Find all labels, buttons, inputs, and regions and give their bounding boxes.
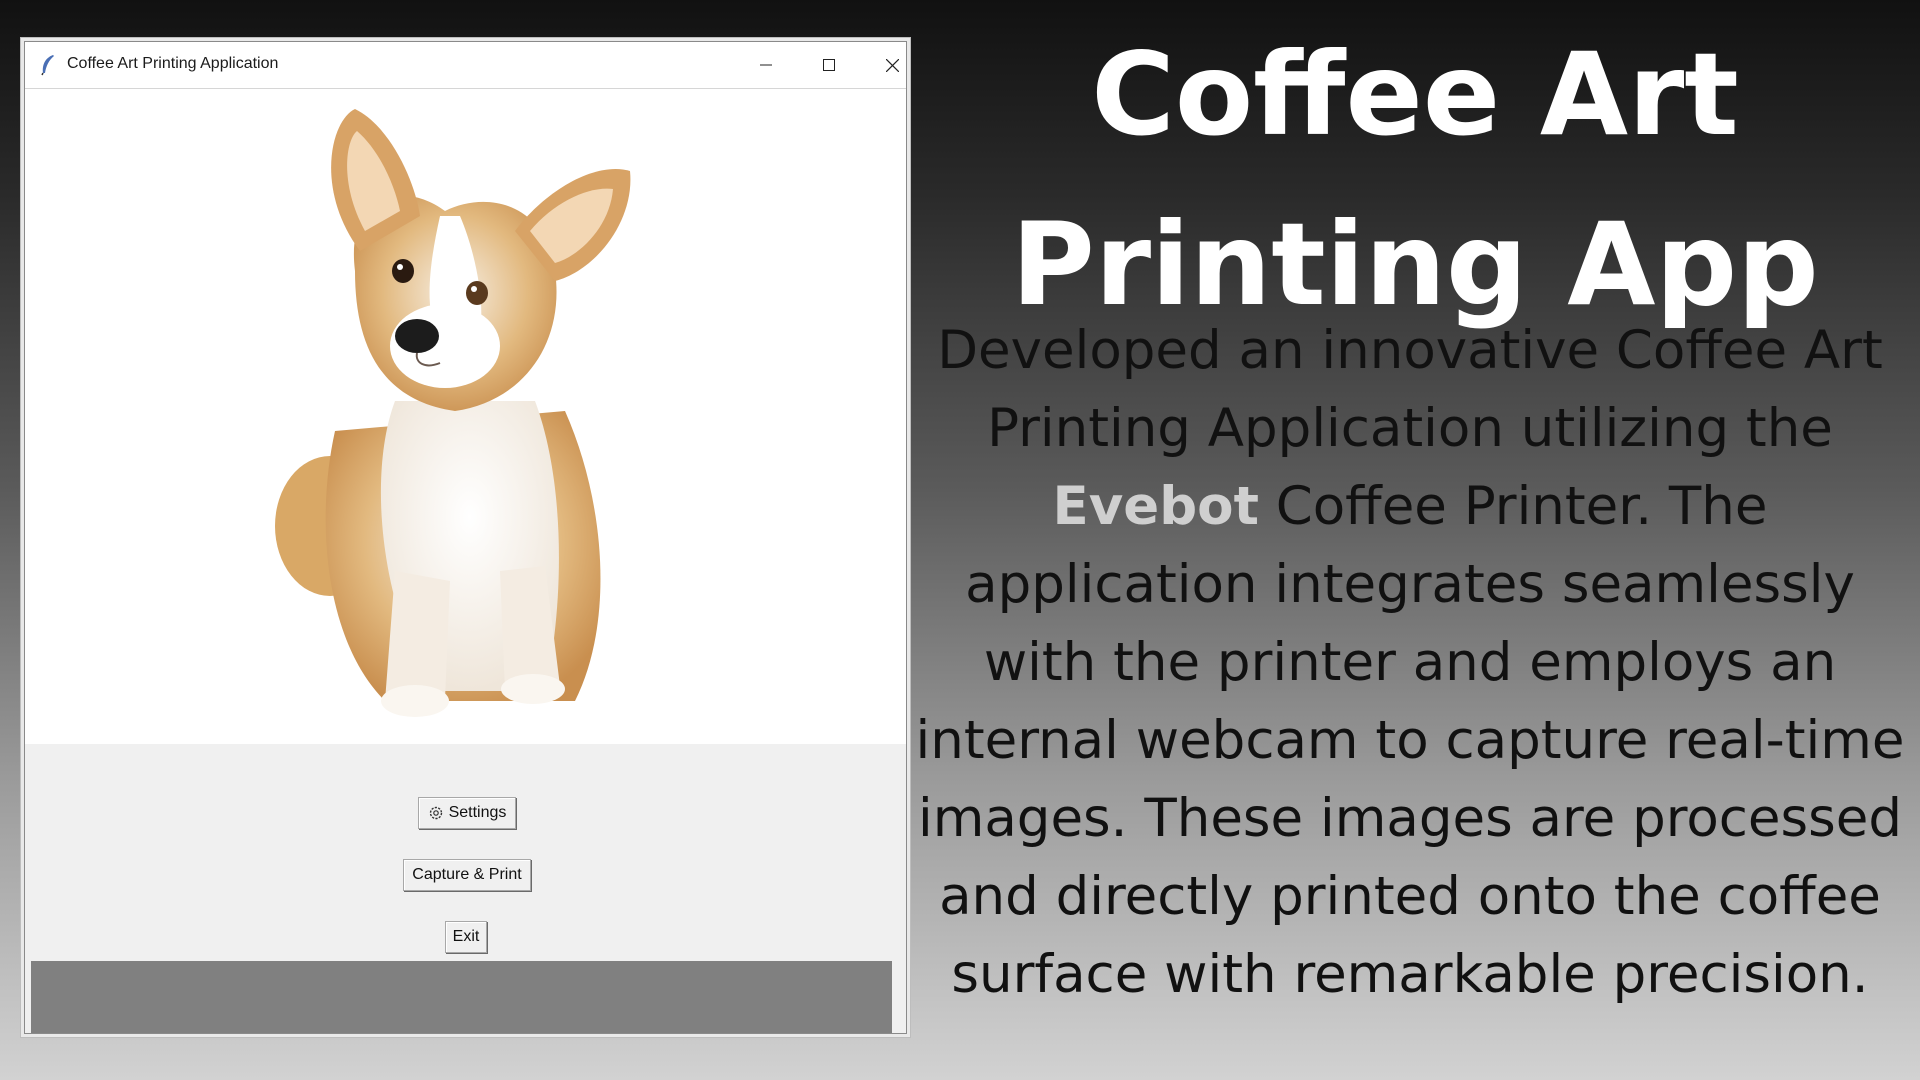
project-description: Developed an innovative Coffee Art Print… [905,312,1915,1014]
image-preview-area [25,89,906,791]
window-title: Coffee Art Printing Application [67,55,279,72]
gear-icon [428,805,444,821]
feather-icon [39,54,57,76]
minimize-button[interactable] [735,42,797,88]
control-panel: Settings Capture & Print Exit [25,744,906,1033]
window-titlebar[interactable]: Coffee Art Printing Application [25,42,906,89]
settings-label: Settings [448,804,507,821]
exit-label: Exit [452,928,480,945]
maximize-icon [823,59,835,71]
minimize-icon [760,59,772,71]
exit-button[interactable]: Exit [445,921,487,953]
description-part-1: Developed an innovative Coffee Art Print… [937,320,1883,459]
capture-print-button[interactable]: Capture & Print [403,859,531,891]
maximize-button[interactable] [798,42,860,88]
corgi-photo [275,109,631,717]
status-bar [31,961,892,1033]
evebot-highlight: Evebot [1052,476,1259,537]
close-icon [885,58,899,72]
settings-button[interactable]: Settings [418,797,516,829]
capture-print-label: Capture & Print [412,866,522,883]
description-part-2: Coffee Printer. The application integrat… [915,476,1905,1005]
headline-line-1: Coffee Art [1091,28,1739,161]
headline: Coffee Art Printing App [960,10,1870,350]
close-button[interactable] [861,42,906,88]
app-window: Coffee Art Printing Application Settings… [24,41,907,1034]
